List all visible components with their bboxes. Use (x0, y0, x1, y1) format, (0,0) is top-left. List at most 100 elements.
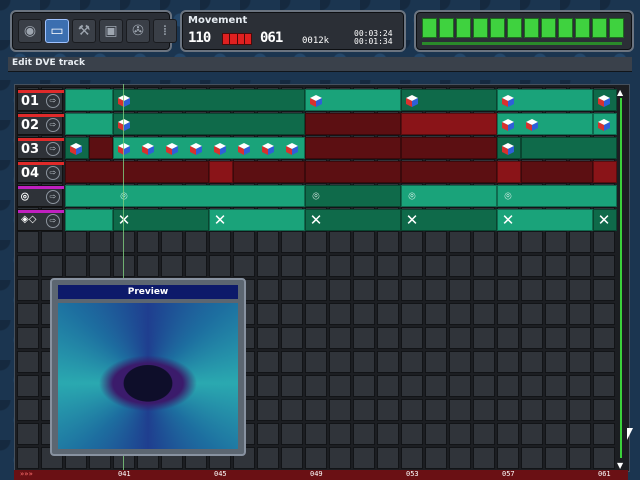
grid-cell[interactable] (401, 303, 423, 325)
grid-cell[interactable] (449, 351, 471, 373)
grid-cell[interactable] (521, 279, 543, 301)
track-arrow-icon[interactable]: ⇨ (46, 94, 60, 108)
track-segment[interactable] (401, 161, 497, 183)
track-arrow-icon[interactable]: ⇨ (46, 214, 60, 228)
grid-cell[interactable] (449, 423, 471, 445)
globe-icon[interactable]: ◉ (18, 19, 42, 43)
grid-cell[interactable] (473, 375, 495, 397)
grid-cell[interactable] (569, 327, 591, 349)
grid-cell[interactable] (305, 303, 327, 325)
track-label-3[interactable]: 03 ⇨ (17, 137, 64, 159)
grid-cell[interactable] (545, 327, 567, 349)
track-segment[interactable] (113, 89, 305, 111)
grid-cell[interactable] (569, 279, 591, 301)
grid-cell[interactable] (65, 255, 87, 277)
grid-cell[interactable] (305, 423, 327, 445)
track-segment[interactable] (305, 137, 401, 159)
grid-cell[interactable] (593, 351, 615, 373)
cube-keyframe-icon[interactable] (237, 141, 251, 155)
grid-cell[interactable] (257, 303, 279, 325)
grid-cell[interactable] (353, 279, 375, 301)
film-reel-icon[interactable]: ✇ (126, 19, 150, 43)
cube-keyframe-icon[interactable] (141, 141, 155, 155)
grid-cell[interactable] (377, 279, 399, 301)
track-segment[interactable] (305, 161, 401, 183)
grid-cell[interactable] (329, 327, 351, 349)
grid-cell[interactable] (17, 231, 39, 253)
grid-cell[interactable] (449, 255, 471, 277)
grid-cell[interactable] (305, 375, 327, 397)
vertical-scrollbar[interactable]: ▲ ▼ (617, 88, 625, 470)
grid-cell[interactable] (41, 255, 63, 277)
grid-cell[interactable] (281, 423, 303, 445)
grid-cell[interactable] (305, 279, 327, 301)
grid-cell[interactable] (281, 279, 303, 301)
grid-cell[interactable] (521, 351, 543, 373)
track-segment[interactable] (497, 161, 521, 183)
grid-cell[interactable] (353, 231, 375, 253)
grid-cell[interactable] (401, 447, 423, 469)
scroll-down-icon[interactable]: ▼ (617, 461, 623, 470)
grid-cell[interactable] (257, 255, 279, 277)
grid-cell[interactable] (113, 231, 135, 253)
grid-cell[interactable] (473, 327, 495, 349)
grid-cell[interactable] (377, 447, 399, 469)
grid-cell[interactable] (593, 375, 615, 397)
grid-cell[interactable] (449, 303, 471, 325)
grid-cell[interactable] (569, 447, 591, 469)
grid-cell[interactable] (17, 375, 39, 397)
grid-cell[interactable] (305, 447, 327, 469)
grid-cell[interactable] (17, 447, 39, 469)
grid-cell[interactable] (89, 231, 111, 253)
grid-cell[interactable] (377, 375, 399, 397)
grid-cell[interactable] (425, 327, 447, 349)
preview-title[interactable]: Preview (58, 285, 238, 299)
cube-keyframe-icon[interactable] (597, 117, 611, 131)
grid-cell[interactable] (425, 447, 447, 469)
grid-cell[interactable] (401, 231, 423, 253)
grid-cell[interactable] (305, 231, 327, 253)
grid-cell[interactable] (353, 327, 375, 349)
tools-icon[interactable]: ⚒ (72, 19, 96, 43)
camera-keyframe-icon[interactable]: ⌾ (500, 189, 516, 203)
grid-cell[interactable] (497, 423, 519, 445)
grid-cell[interactable] (17, 303, 39, 325)
grid-cell[interactable] (257, 399, 279, 421)
cube-keyframe-icon[interactable] (261, 141, 275, 155)
grid-cell[interactable] (545, 255, 567, 277)
track-segment[interactable] (521, 137, 617, 159)
grid-cell[interactable] (545, 375, 567, 397)
grid-cell[interactable] (137, 255, 159, 277)
transition-x-icon[interactable]: ✕ (596, 212, 612, 228)
grid-cell[interactable] (161, 231, 183, 253)
grid-cell[interactable] (257, 447, 279, 469)
grid-cell[interactable] (473, 399, 495, 421)
grid-cell[interactable] (497, 399, 519, 421)
floppy-disk-icon[interactable]: ▣ (99, 19, 123, 43)
track-segment[interactable] (233, 161, 305, 183)
track-segment[interactable] (65, 89, 113, 111)
grid-cell[interactable] (593, 231, 615, 253)
grid-cell[interactable] (569, 303, 591, 325)
grid-cell[interactable] (113, 255, 135, 277)
cube-keyframe-icon[interactable] (525, 117, 539, 131)
track-segment[interactable] (113, 113, 305, 135)
grid-cell[interactable] (401, 375, 423, 397)
grid-cell[interactable] (593, 447, 615, 469)
cube-keyframe-icon[interactable] (597, 93, 611, 107)
grid-cell[interactable] (401, 327, 423, 349)
grid-cell[interactable] (449, 399, 471, 421)
grid-cell[interactable] (425, 423, 447, 445)
grid-cell[interactable] (425, 351, 447, 373)
grid-cell[interactable] (545, 303, 567, 325)
grid-cell[interactable] (545, 351, 567, 373)
grid-cell[interactable] (593, 255, 615, 277)
camera-keyframe-icon[interactable]: ⌾ (308, 189, 324, 203)
grid-cell[interactable] (353, 351, 375, 373)
cube-keyframe-icon[interactable] (69, 141, 83, 155)
grid-cell[interactable] (545, 447, 567, 469)
track-arrow-icon[interactable]: ⇨ (46, 166, 60, 180)
grid-cell[interactable] (401, 423, 423, 445)
track-arrow-icon[interactable]: ⇨ (46, 142, 60, 156)
grid-cell[interactable] (257, 327, 279, 349)
